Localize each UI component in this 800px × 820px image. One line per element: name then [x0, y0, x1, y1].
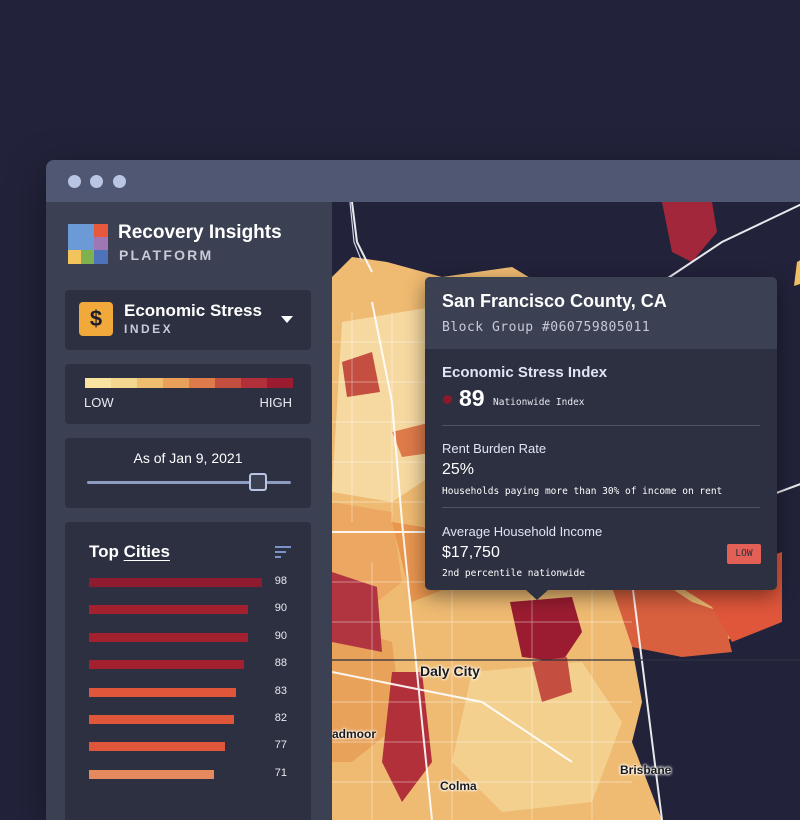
index-subtitle: INDEX	[124, 322, 174, 336]
rent-burden-note: Households paying more than 30% of incom…	[442, 486, 723, 497]
city-row[interactable]: 98	[89, 572, 299, 594]
tooltip-index-title: Economic Stress Index	[442, 364, 608, 381]
city-row[interactable]: 82	[89, 709, 299, 731]
chevron-down-icon[interactable]	[281, 316, 293, 323]
map-label-colma: Colma	[440, 779, 477, 793]
legend-color-scale	[85, 378, 293, 388]
window-titlebar	[46, 160, 800, 202]
score-dot-icon	[443, 395, 452, 404]
city-value: 98	[274, 575, 287, 587]
legend-swatch	[189, 378, 215, 388]
tooltip-divider	[442, 507, 760, 508]
income-value: $17,750	[442, 544, 500, 561]
tooltip-score-note: Nationwide Index	[493, 397, 585, 408]
brand-title: Recovery Insights	[118, 222, 282, 243]
legend-high-label: HIGH	[259, 395, 293, 410]
tooltip-divider	[442, 425, 760, 426]
map-tooltip: San Francisco County, CA Block Group #06…	[425, 277, 777, 600]
legend-swatch	[241, 378, 267, 388]
tooltip-block-group: Block Group #060759805011	[442, 320, 651, 335]
legend-swatch	[215, 378, 241, 388]
window-dot-3[interactable]	[113, 175, 126, 188]
color-legend: LOW HIGH	[65, 364, 311, 424]
top-cities-panel: Top Cities 98 90 90 88 83 82 77 71	[65, 522, 311, 820]
cities-link[interactable]: Cities	[124, 542, 170, 561]
city-value: 71	[274, 766, 287, 779]
city-bar	[89, 660, 245, 670]
rent-burden-value: 25%	[442, 461, 475, 478]
date-slider-card: As of Jan 9, 2021	[65, 438, 311, 508]
city-value: 88	[274, 657, 287, 670]
city-row[interactable]: 77	[89, 736, 299, 758]
tooltip-header: San Francisco County, CA Block Group #06…	[425, 277, 777, 349]
legend-swatch	[137, 378, 163, 388]
city-value: 90	[274, 629, 287, 642]
legend-swatch	[85, 378, 111, 388]
brand-subtitle: PLATFORM	[119, 247, 214, 263]
rent-burden-label: Rent Burden Rate	[442, 441, 547, 456]
city-bar	[89, 715, 234, 724]
income-label: Average Household Income	[442, 524, 603, 539]
city-value: 90	[274, 602, 287, 615]
city-row[interactable]: 88	[89, 654, 299, 676]
city-row[interactable]: 90	[89, 627, 299, 649]
map-label-admoor: admoor	[332, 727, 377, 741]
map-label-daly-city: Daly City	[420, 663, 480, 679]
income-note: 2nd percentile nationwide	[442, 568, 585, 579]
legend-low-label: LOW	[84, 395, 114, 410]
tooltip-score: 89	[459, 385, 485, 411]
top-cities-prefix: Top	[89, 542, 124, 561]
city-row[interactable]: 90	[89, 599, 299, 621]
city-value: 83	[274, 684, 287, 697]
sidebar: Recovery Insights PLATFORM $ Economic St…	[46, 202, 332, 820]
city-row[interactable]: 83	[89, 682, 299, 704]
dollar-icon: $	[79, 302, 113, 336]
slider-thumb[interactable]	[249, 473, 268, 491]
brand-logo-icon	[68, 224, 108, 264]
legend-swatch	[163, 378, 189, 388]
city-bar	[89, 578, 262, 587]
date-label: As of Jan 9, 2021	[133, 450, 243, 466]
city-bar	[89, 687, 236, 697]
map-label-brisbane: Brisbane	[620, 763, 672, 777]
city-value: 82	[274, 712, 287, 724]
city-value: 77	[274, 739, 287, 752]
window-dot-1[interactable]	[68, 175, 81, 188]
tooltip-county: San Francisco County, CA	[442, 291, 667, 311]
city-bar	[89, 605, 248, 615]
city-bar	[89, 769, 215, 779]
index-selector[interactable]: $ Economic Stress INDEX	[65, 290, 311, 350]
city-bar	[89, 742, 225, 752]
tooltip-pointer	[526, 590, 548, 600]
window-dot-2[interactable]	[90, 175, 103, 188]
city-row[interactable]: 71	[89, 764, 299, 786]
income-status-badge: LOW	[727, 544, 761, 564]
sort-icon[interactable]	[275, 546, 291, 558]
index-title: Economic Stress	[124, 301, 262, 320]
top-cities-title: Top Cities	[89, 542, 170, 562]
city-bar	[89, 632, 248, 642]
legend-swatch	[267, 378, 293, 388]
legend-swatch	[111, 378, 137, 388]
